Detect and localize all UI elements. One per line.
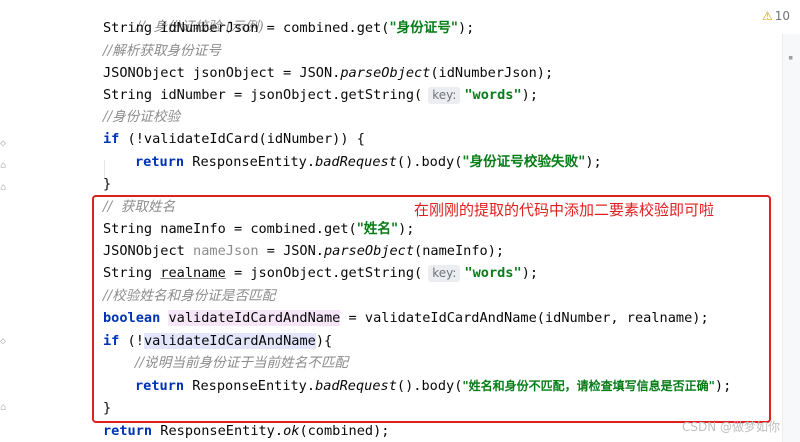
method-name: badRequest	[315, 154, 397, 170]
code-line[interactable]: return ResponseEntity.badRequest().body(…	[135, 151, 602, 173]
method-name: ok	[283, 423, 300, 439]
code-text: );	[458, 20, 475, 36]
parameter-hint: key:	[428, 87, 461, 104]
warnings-indicator[interactable]: ⚠ 10	[762, 8, 790, 24]
editor-scrollbar[interactable]: ▪	[782, 34, 800, 442]
code-line[interactable]: return ResponseEntity.ok(combined);	[103, 420, 389, 442]
code-line[interactable]: //解析获取身份证号	[103, 40, 221, 62]
code-text: (combined);	[299, 423, 390, 439]
code-line[interactable]: JSONObject jsonObject = JSON.parseObject…	[103, 62, 553, 84]
comment: //解析获取身份证号	[103, 43, 221, 59]
string-literal: "身份证号校验失败"	[462, 154, 586, 170]
warning-icon: ⚠	[762, 9, 773, 23]
code-line[interactable]: String idNumber = jsonObject.getString( k…	[103, 84, 538, 106]
code-text: String idNumber = jsonObject.getString(	[103, 87, 423, 103]
keyword: return	[103, 423, 153, 439]
method-name: parseObject	[340, 65, 431, 81]
code-text: JSONObject jsonObject = JSON.	[103, 65, 341, 81]
code-text: (idNumberJson);	[430, 65, 554, 81]
code-text: ResponseEntity.	[152, 423, 284, 439]
code-line[interactable]: //身份证校验	[103, 106, 180, 128]
code-line[interactable]: }	[103, 173, 111, 195]
code-text: );	[521, 87, 539, 103]
code-text: ResponseEntity.	[184, 154, 316, 170]
string-literal: "words"	[464, 87, 522, 103]
code-line[interactable]: if (!validateIdCard(idNumber)) {	[103, 128, 365, 150]
annotation-highlight-box	[92, 195, 771, 423]
code-text: );	[585, 154, 602, 170]
code-text: ().body(	[396, 154, 463, 170]
annotation-text: 在刚刚的提取的代码中添加二要素校验即可啦	[414, 201, 715, 219]
comment: //身份证校验	[103, 109, 181, 125]
error-marker-icon[interactable]: ▪	[788, 54, 796, 63]
watermark: CSDN @做梦如你	[682, 420, 781, 434]
code-line[interactable]: String idNumberJson = combined.get("身份证号…	[103, 17, 474, 39]
string-literal: "身份证号"	[389, 20, 458, 36]
code-text: }	[103, 176, 112, 192]
warning-count: 10	[774, 9, 791, 23]
code-line[interactable]: // 身份证校验 (示例)	[103, 0, 264, 35]
code-text: String idNumberJson = combined.get(	[103, 20, 390, 36]
keyword: if	[103, 131, 120, 147]
keyword: return	[135, 154, 185, 170]
code-text: (!validateIdCard(idNumber)) {	[119, 131, 365, 147]
